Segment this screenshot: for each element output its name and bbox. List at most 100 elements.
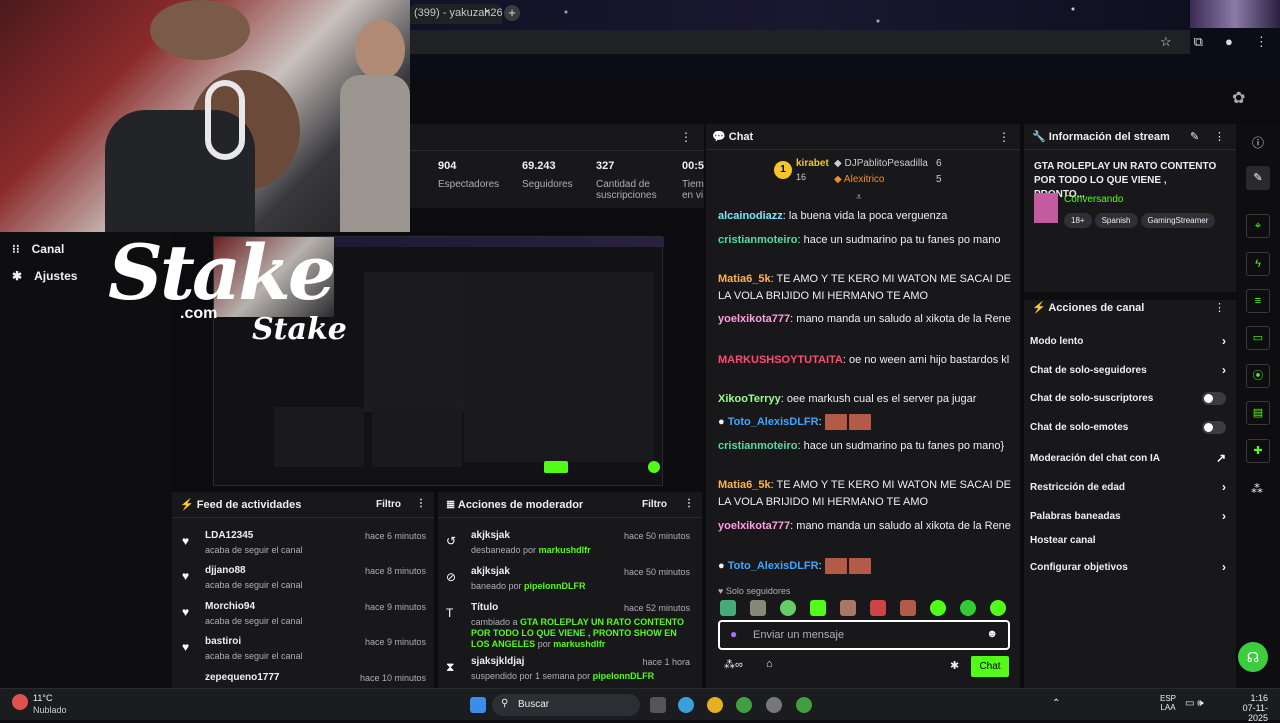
feed-item[interactable]: ♥ bastiroi acaba de seguir el canal hace 9 … bbox=[172, 632, 434, 668]
star-icon[interactable]: ☆ bbox=[1160, 34, 1172, 50]
clock[interactable]: 1:16 07-11-2025 bbox=[1226, 693, 1268, 723]
more-icon[interactable]: ⋮ bbox=[998, 130, 1010, 144]
stream-title: GTA ROLEPLAY UN RATO CONTENTO POR TODO L… bbox=[1034, 161, 1217, 200]
action-ai-moderation[interactable]: Moderación del chat con IA ↗ bbox=[1030, 451, 1226, 465]
new-tab-button[interactable]: + bbox=[504, 5, 520, 21]
feed-filter-button[interactable]: Filtro bbox=[376, 499, 401, 510]
feed-item[interactable]: ♥ Morchio94 acaba de seguir el canal hace 9… bbox=[172, 597, 434, 633]
more-icon[interactable]: ⋮ bbox=[680, 130, 692, 144]
volume-icon[interactable]: ▭ 🕪 bbox=[1185, 698, 1204, 709]
profile-icon[interactable]: ● bbox=[1225, 34, 1233, 50]
tray-chevron-icon[interactable]: ⌃ bbox=[1052, 698, 1060, 709]
tab-close-icon[interactable]: × bbox=[484, 6, 490, 18]
chat-message: yoelxikota777: mano manda un saludo al x… bbox=[718, 520, 1011, 532]
edge-icon[interactable] bbox=[678, 697, 694, 713]
extensions-icon[interactable]: ⧉ bbox=[1194, 34, 1203, 50]
user-avatar-icon[interactable]: ✿ bbox=[1232, 88, 1245, 108]
task-view-icon[interactable] bbox=[650, 697, 666, 713]
action-goals[interactable]: Configurar objetivos › bbox=[1030, 560, 1226, 574]
weather-icon bbox=[12, 694, 28, 710]
stat-time: 00:5 Tiem en vi bbox=[682, 160, 704, 201]
chrome-profile-icon[interactable] bbox=[736, 697, 752, 713]
store-icon[interactable]: ⌂ bbox=[766, 658, 773, 670]
language-indicator[interactable]: ESP LAA bbox=[1160, 694, 1176, 712]
stats-panel: ⋮ 904 Espectadores 69.243 Seguidores 327 Ca… bbox=[410, 124, 704, 208]
heart-icon: ♥ bbox=[182, 640, 190, 654]
leader-2[interactable]: ◆ DJPablitoPesadilla bbox=[834, 158, 928, 169]
info-icon[interactable]: ⓘ bbox=[1252, 134, 1264, 151]
taskbar-search[interactable]: ⚲ Buscar bbox=[492, 694, 640, 716]
action-host-channel[interactable]: Hostear canal bbox=[1030, 535, 1226, 546]
toggle-switch bbox=[1202, 421, 1226, 434]
mod-filter-button[interactable]: Filtro bbox=[642, 499, 667, 510]
emote-bar[interactable] bbox=[720, 600, 1010, 616]
right-icon-bar: ⓘ ✎ ⌖ ϟ ≡ ▭ ⦿ ▤ ✚ ⁂ ☊ bbox=[1238, 124, 1280, 688]
collapse-icon[interactable]: ⩡ bbox=[856, 192, 862, 203]
send-chat-button[interactable]: Chat bbox=[971, 656, 1009, 677]
steam-icon[interactable] bbox=[766, 697, 782, 713]
leader-2-count: 6 bbox=[936, 158, 942, 169]
address-bar[interactable] bbox=[410, 30, 1190, 54]
bolt-icon[interactable]: ϟ bbox=[1246, 252, 1270, 276]
wrench-icon[interactable]: ✚ bbox=[1246, 439, 1270, 463]
nav-label: Ajustes bbox=[34, 269, 78, 283]
gear-icon[interactable]: ✱ bbox=[950, 659, 959, 672]
bolt-icon: ⚡ bbox=[1032, 302, 1046, 314]
chat-message: cristianmoteiro: hace un sudmarino pa tu… bbox=[718, 440, 1005, 452]
chat-message: alcainodiazz: la buena vida la poca verg… bbox=[718, 210, 948, 222]
chat-message: ● Toto_AlexisDLFR: bbox=[718, 558, 1014, 575]
tag: GamingStreamer bbox=[1140, 213, 1216, 228]
wrench-icon: 🔧 bbox=[1032, 131, 1046, 143]
more-icon[interactable]: ⋮ bbox=[1214, 130, 1225, 143]
target-icon[interactable]: ⌖ bbox=[1246, 214, 1270, 238]
chat-input[interactable]: ● Enviar un mensaje ☻ bbox=[718, 620, 1010, 650]
channel-actions-header: ⚡ Acciones de canal bbox=[1032, 302, 1145, 314]
broadcast-icon[interactable]: ⦿ bbox=[1246, 364, 1270, 388]
stake-logo-sub: .com bbox=[180, 305, 218, 322]
tag-list: 18+ Spanish GamingStreamer bbox=[1064, 210, 1218, 228]
list-icon: ≣ bbox=[446, 499, 456, 511]
points-icon[interactable]: ⁂∞ bbox=[724, 658, 743, 671]
chat-message: XikooTerryy: oee markush cual es el serv… bbox=[718, 393, 977, 405]
edit-icon[interactable]: ✎ bbox=[1190, 130, 1199, 143]
stat-viewers: 904 Espectadores bbox=[438, 160, 500, 190]
support-icon[interactable]: ☊ bbox=[1238, 642, 1268, 672]
nav-item-ajustes[interactable]: ✱ Ajustes bbox=[12, 269, 77, 283]
action-emotes-only[interactable]: Chat de solo-emotes bbox=[1030, 421, 1226, 434]
notes-icon[interactable]: ≡ bbox=[1246, 289, 1270, 313]
chrome-icon[interactable] bbox=[707, 697, 723, 713]
feed-item[interactable]: zepequeno1777 hace 10 minutos bbox=[172, 668, 434, 688]
chat-placeholder: Enviar un mensaje bbox=[753, 629, 845, 641]
leader-3[interactable]: ◆ Alexitrico bbox=[834, 174, 885, 185]
chat-message: cristianmoteiro: hace un sudmarino pa tu… bbox=[718, 234, 1001, 246]
nav-item-canal[interactable]: ⁝⁝ Canal bbox=[12, 242, 64, 256]
more-icon[interactable]: ⋮ bbox=[1214, 301, 1225, 314]
windows-start-icon[interactable] bbox=[470, 697, 486, 713]
more-icon[interactable]: ⋮ bbox=[684, 498, 694, 509]
action-subs-only[interactable]: Chat de solo-suscriptores bbox=[1030, 392, 1226, 405]
more-icon[interactable]: ⋮ bbox=[416, 498, 426, 509]
action-followers-only[interactable]: Chat de solo-seguidores › bbox=[1030, 363, 1226, 377]
chat-icon[interactable]: ▭ bbox=[1246, 326, 1270, 350]
mod-header: ≣ Acciones de moderador bbox=[446, 499, 584, 511]
emoji-icon[interactable]: ☻ bbox=[986, 628, 998, 640]
points-icon[interactable]: ⁂ bbox=[1251, 482, 1263, 496]
chevron-right-icon: › bbox=[1222, 480, 1226, 494]
chevron-right-icon: › bbox=[1222, 363, 1226, 377]
chat-message: ● Toto_AlexisDLFR: bbox=[718, 414, 1014, 431]
menu-icon[interactable]: ⋮ bbox=[1255, 34, 1268, 50]
leader-1-name[interactable]: kirabet bbox=[796, 158, 829, 169]
feed-item[interactable]: ♥ djjano88 acaba de seguir el canal hace 8 … bbox=[172, 561, 434, 597]
chrome-profile-icon-2[interactable] bbox=[796, 697, 812, 713]
action-age-restriction[interactable]: Restricción de edad › bbox=[1030, 480, 1226, 494]
layout-icon[interactable]: ▤ bbox=[1246, 401, 1270, 425]
weather-temp[interactable]: 11°C bbox=[33, 693, 52, 703]
action-slow-mode[interactable]: Modo lento › bbox=[1030, 334, 1226, 348]
edit-icon[interactable]: ✎ bbox=[1246, 166, 1270, 190]
category-link[interactable]: Conversando bbox=[1064, 194, 1123, 205]
category-thumb bbox=[1034, 193, 1058, 223]
action-banned-words[interactable]: Palabras baneadas › bbox=[1030, 509, 1226, 523]
feed-item[interactable]: ♥ LDA12345 acaba de seguir el canal hace 6 … bbox=[172, 526, 434, 562]
mic-icon[interactable]: ● bbox=[730, 627, 737, 641]
tag: 18+ bbox=[1064, 213, 1092, 228]
